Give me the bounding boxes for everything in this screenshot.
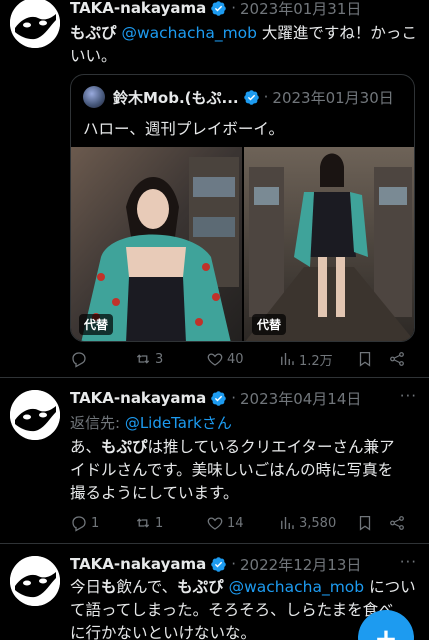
quote-author-name[interactable]: 鈴木Mob.(もぷ... (113, 87, 239, 108)
mention-link[interactable]: @wachacha_mob (121, 24, 257, 42)
author-name[interactable]: TAKA-nakayama (70, 555, 206, 573)
quoted-tweet[interactable]: 鈴木Mob.(もぷ... · 2023年01月30日 ハロー、週刊プレイボーイ。 (70, 74, 415, 342)
share-button[interactable] (388, 514, 406, 532)
views-icon (278, 350, 296, 368)
share-button[interactable] (388, 350, 406, 368)
bold-name: もぷぴ (101, 438, 148, 456)
heart-icon (206, 350, 224, 368)
bold-name: もぷぴ (177, 578, 224, 596)
bookmark-button[interactable] (356, 514, 388, 532)
separator: · (231, 0, 237, 17)
bookmark-icon (356, 514, 374, 532)
media-image-2[interactable]: 代替 (244, 147, 414, 341)
verified-badge-icon (210, 556, 227, 573)
bookmark-icon (356, 350, 374, 368)
mention-link[interactable]: @wachacha_mob (229, 578, 365, 596)
mask-face-icon (10, 556, 60, 606)
tweet-date[interactable]: 2023年04月14日 (240, 388, 361, 409)
author-name[interactable]: TAKA-nakayama (70, 0, 206, 17)
retweet-icon (134, 514, 152, 532)
tweet-actions: 1 1 14 3,580 (70, 512, 415, 534)
bookmark-button[interactable] (356, 350, 388, 368)
media-image-1[interactable]: 代替 (71, 147, 242, 341)
like-button[interactable]: 40 (206, 350, 278, 368)
verified-badge-icon (210, 0, 227, 17)
mask-face-icon (10, 390, 60, 440)
views-button[interactable]: 3,580 (278, 514, 356, 532)
quote-date[interactable]: 2023年01月30日 (272, 87, 393, 108)
retweet-button[interactable]: 3 (134, 350, 206, 368)
verified-badge-icon (243, 89, 260, 106)
more-options-icon[interactable]: ··· (400, 387, 417, 405)
heart-icon (206, 514, 224, 532)
tweet-text: あ、もぷぴは推しているクリエイターさん兼ア イドルさんです。美味しいごはんの時に… (70, 438, 395, 502)
reply-to-link[interactable]: @LideTarkさん (125, 414, 232, 432)
more-options-icon[interactable]: ··· (400, 553, 417, 571)
reply-icon (70, 514, 88, 532)
alt-text-badge[interactable]: 代替 (79, 314, 114, 335)
tweet-text: もぷぴ @wachacha_mob 大躍進ですね！かっこいい。 (70, 22, 419, 68)
quote-text: ハロー、週刊プレイボーイ。 (83, 120, 285, 138)
alt-text-badge[interactable]: 代替 (252, 314, 287, 335)
views-button[interactable]: 1.2万 (278, 350, 356, 369)
author-avatar[interactable] (10, 0, 60, 48)
reply-button[interactable] (70, 350, 134, 368)
author-avatar[interactable] (10, 556, 60, 606)
quote-author-avatar[interactable] (83, 86, 105, 108)
tweet-date[interactable]: 2023年01月31日 (240, 0, 361, 19)
reply-to-line: 返信先: @LideTarkさん (70, 414, 232, 432)
tweet-actions: 3 40 1.2万 (70, 348, 415, 370)
author-name[interactable]: TAKA-nakayama (70, 389, 206, 407)
verified-badge-icon (210, 390, 227, 407)
separator: · (263, 88, 269, 106)
separator: · (231, 389, 237, 407)
mask-face-icon (10, 0, 60, 48)
like-button[interactable]: 14 (206, 514, 278, 532)
bold-name: もぷぴ (70, 24, 117, 42)
retweet-button[interactable]: 1 (134, 514, 206, 532)
tweet[interactable]: TAKA-nakayama · 2023年04月14日 ··· 返信先: @Li… (0, 378, 429, 544)
tweet-date[interactable]: 2022年12月13日 (240, 554, 361, 575)
retweet-icon (134, 350, 152, 368)
views-icon (278, 514, 296, 532)
share-icon (388, 350, 406, 368)
tweet[interactable]: TAKA-nakayama · 2023年01月31日 もぷぴ @wachach… (0, 0, 429, 378)
separator: · (231, 555, 237, 573)
reply-button[interactable]: 1 (70, 514, 134, 532)
reply-icon (70, 350, 88, 368)
share-icon (388, 514, 406, 532)
author-avatar[interactable] (10, 390, 60, 440)
